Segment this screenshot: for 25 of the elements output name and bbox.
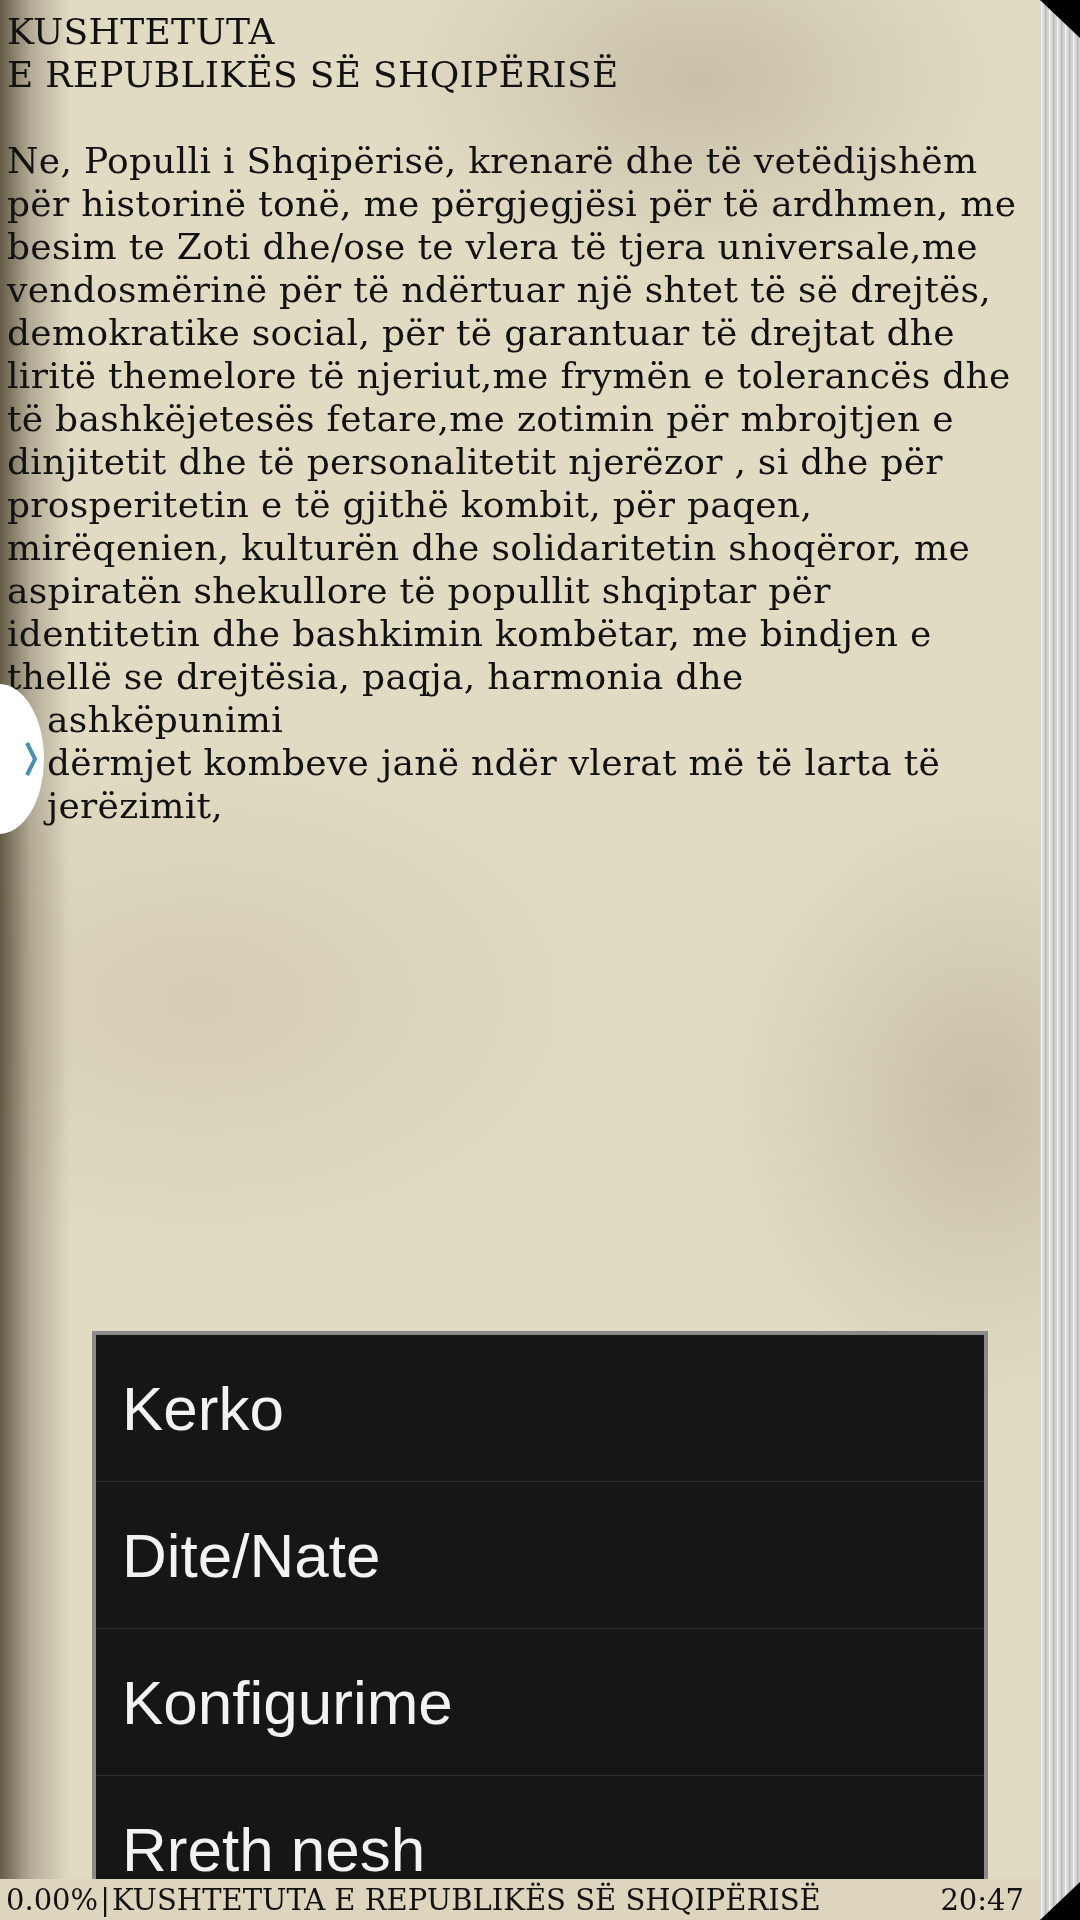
text-line: identitetin dhe bashkimin kombëtar, me bindjen e [7,612,932,655]
text-line: aspiratën shekullore të popullit shqiptar për [7,569,831,612]
text-line: mirëqenien, kulturën dhe solidaritetin shoqëror, me [7,526,971,569]
title-line: KUSHTETUTA [7,10,275,53]
progress-text: 0.00% [6,1882,99,1917]
text-line: për historinë tonë, me përgjegjësi për të ardhmen, me [7,182,1017,225]
menu-item[interactable]: Kerko [96,1335,984,1482]
text-line: vendosmërinë për të ndërtuar një shtet të së drejtës, [7,268,992,311]
text-line: të bashkëjetesës fetare,me zotimin për mbrojtjen e [7,397,954,440]
text-line: thellë se drejtësia, paqja, harmonia dhe [7,655,744,698]
menu-item[interactable]: Konfigurime [96,1629,984,1776]
text-line: dinjitetit dhe të personalitetit njerëzor , si dhe për [7,440,943,483]
text-line: Ne, Populli i Shqipërisë, krenarë dhe të vetëdijshëm [7,139,978,182]
text-line: liritë themelore të njeriut,me frymën e tolerancës dhe [7,354,1011,397]
title-line: E REPUBLIKËS SË SHQIPËRISË [7,53,619,96]
book-title-text: KUSHTETUTA E REPUBLIKËS SË SHQIPËRISË [111,1882,821,1917]
text-line: demokratike social, për të garantuar të drejtat dhe [7,311,955,354]
text-line: prosperitetin e të gjithë kombit, për paqen, [7,483,813,526]
menu-item[interactable]: Dite/Nate [96,1482,984,1629]
chevron-right-icon [24,739,38,779]
text-line: dërmjet kombeve janë ndër vlerat më të larta të [47,741,941,784]
clock-text: 20:47 [940,1882,1024,1917]
text-line: besim te Zoti dhe/ose te vlera të tjera universale,me [7,225,978,268]
separator-text: | [100,1882,110,1917]
text-line: ashkëpunimi [47,698,284,741]
